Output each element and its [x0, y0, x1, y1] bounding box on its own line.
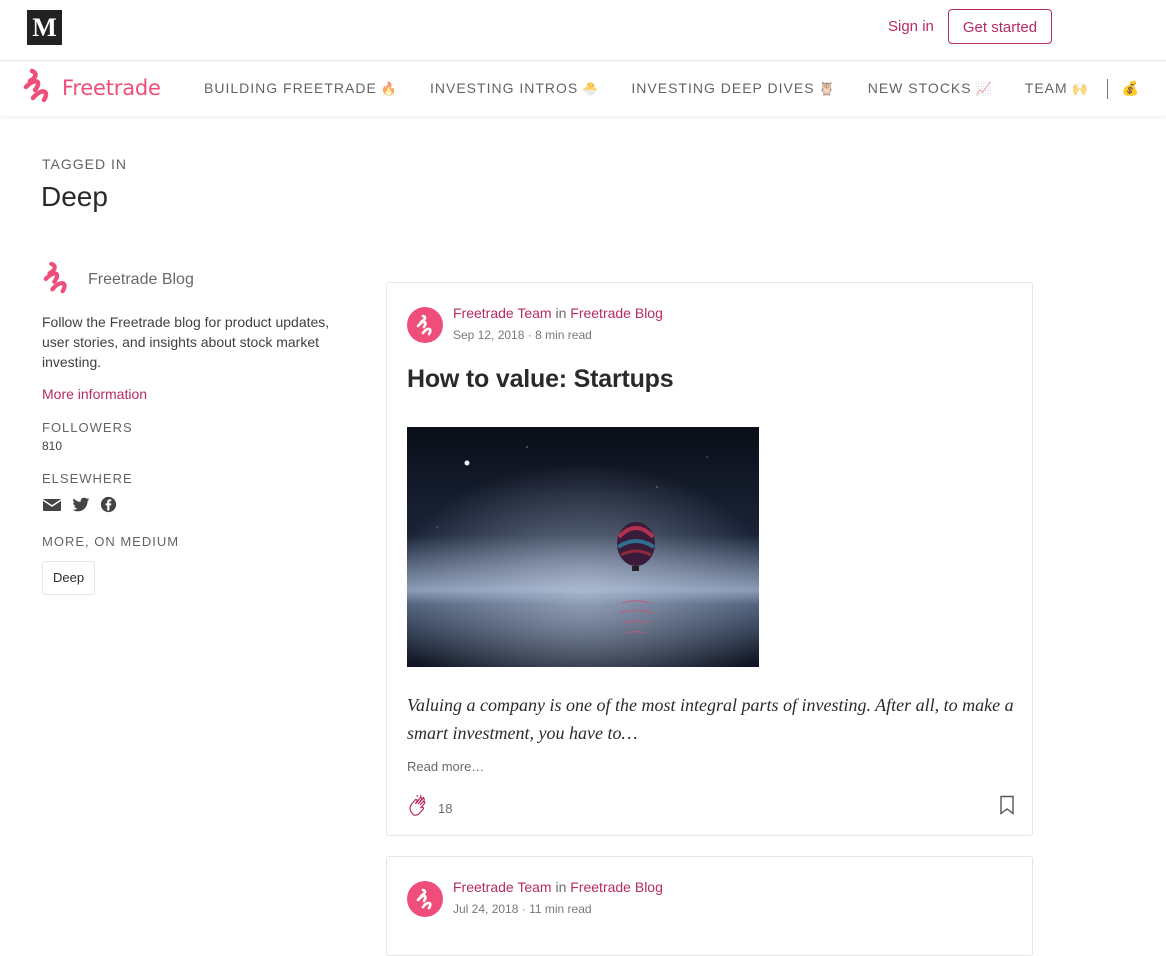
post-byline: Freetrade Team in Freetrade Blog — [453, 879, 663, 895]
top-bar: M Sign in Get started — [0, 0, 1166, 61]
post-meta: Sep 12, 2018 · 8 min read — [453, 328, 592, 342]
post-byline: Freetrade Team in Freetrade Blog — [453, 305, 663, 321]
freetrade-logo-icon — [42, 261, 74, 300]
medium-logo[interactable]: M — [27, 10, 62, 45]
twitter-icon[interactable] — [72, 497, 90, 518]
elsewhere-label: ELSEWHERE — [42, 471, 133, 486]
money-bag-icon[interactable]: 💰 — [1122, 80, 1139, 97]
publication-name: Freetrade Blog — [88, 271, 194, 288]
page-title: Deep — [41, 181, 108, 212]
fire-icon: 🔥 — [380, 82, 398, 97]
read-time: 11 min read — [529, 902, 592, 916]
freetrade-brand[interactable]: Freetrade — [22, 68, 161, 109]
post-title[interactable]: How to value: Startups — [407, 365, 674, 394]
bookmark-icon[interactable] — [999, 795, 1015, 820]
nav-divider — [1106, 78, 1108, 99]
owl-icon: 🦉 — [818, 82, 836, 97]
read-time: 8 min read — [535, 328, 592, 342]
tagged-in-label: TAGGED IN — [42, 156, 127, 172]
get-started-button[interactable]: Get started — [948, 9, 1052, 44]
tag-chip-deep[interactable]: Deep — [42, 561, 96, 595]
chart-increasing-icon: 📈 — [975, 82, 993, 97]
nav-item-building-freetrade[interactable]: BUILDING FREETRADE 🔥 — [204, 80, 398, 97]
publication-link[interactable]: Freetrade Blog — [570, 879, 663, 895]
raising-hands-icon: 🙌 — [1071, 82, 1089, 97]
sidebar: Freetrade Blog Follow the Freetrade blog… — [42, 261, 352, 595]
post-card: Freetrade Team in Freetrade Blog Sep 12,… — [386, 282, 1033, 836]
nav-item-new-stocks[interactable]: NEW STOCKS 📈 — [868, 80, 993, 97]
post-card: Freetrade Team in Freetrade Blog Jul 24,… — [386, 856, 1033, 956]
brand-name: Freetrade — [62, 76, 161, 100]
author-link[interactable]: Freetrade Team — [453, 879, 552, 895]
nav-item-investing-intros[interactable]: INVESTING INTROS 🐣 — [430, 80, 599, 97]
more-information-link[interactable]: More information — [42, 386, 352, 402]
more-on-medium-label: MORE, ON MEDIUM — [42, 534, 180, 549]
post-meta: Jul 24, 2018 · 11 min read — [453, 902, 592, 916]
freetrade-logo-icon — [22, 68, 56, 109]
post-excerpt: Valuing a company is one of the most int… — [407, 695, 1014, 743]
social-links — [42, 496, 352, 518]
author-link[interactable]: Freetrade Team — [453, 305, 552, 321]
sign-in-link[interactable]: Sign in — [888, 18, 934, 35]
read-more-link[interactable]: Read more… — [407, 759, 484, 774]
clap-control: 18 — [407, 793, 452, 823]
followers-count: 810 — [42, 439, 63, 453]
email-icon[interactable] — [42, 497, 62, 518]
in-text: in — [555, 879, 567, 895]
publication-description: Follow the Freetrade blog for product up… — [42, 314, 330, 370]
author-avatar[interactable] — [407, 881, 443, 917]
hatching-chick-icon: 🐣 — [582, 82, 600, 97]
nav-item-investing-deep-dives[interactable]: INVESTING DEEP DIVES 🦉 — [631, 80, 835, 97]
post-image[interactable] — [407, 427, 759, 667]
followers-label: FOLLOWERS — [42, 420, 133, 435]
author-avatar[interactable] — [407, 307, 443, 343]
post-date[interactable]: Jul 24, 2018 — [453, 902, 518, 916]
post-date[interactable]: Sep 12, 2018 — [453, 328, 524, 342]
nav-item-team[interactable]: TEAM 🙌 — [1025, 80, 1089, 97]
clap-count: 18 — [438, 800, 453, 816]
publication-nav: Freetrade BUILDING FREETRADE 🔥 INVESTING … — [0, 61, 1166, 116]
facebook-icon[interactable] — [100, 496, 117, 518]
in-text: in — [555, 305, 567, 321]
clap-icon[interactable] — [407, 793, 432, 823]
publication-link[interactable]: Freetrade Blog — [570, 305, 663, 321]
sidebar-publication[interactable]: Freetrade Blog — [42, 261, 352, 300]
nav-items: BUILDING FREETRADE 🔥 INVESTING INTROS 🐣 IN… — [204, 61, 1139, 116]
